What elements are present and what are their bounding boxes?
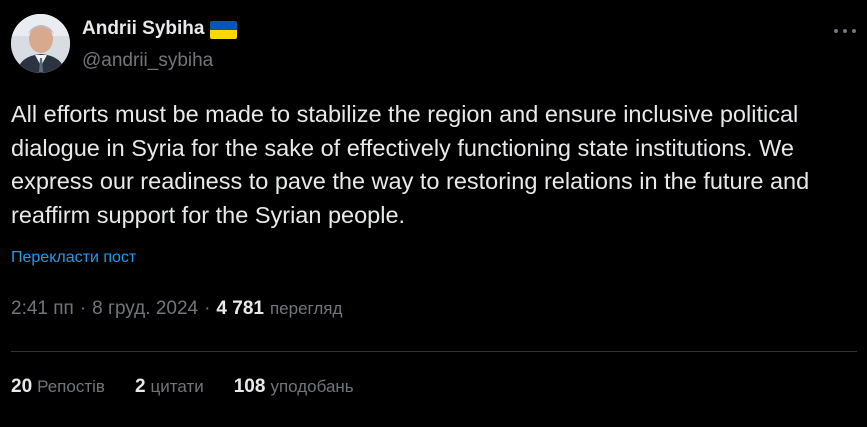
- meta-separator: ·: [204, 298, 211, 319]
- author-display-name[interactable]: Andrii Sybiha: [82, 18, 204, 40]
- engagement-stats: 20 Репостів 2 цитати 108 уподобань: [11, 376, 384, 398]
- likes-label: уподобань: [270, 377, 354, 396]
- divider: [11, 351, 857, 352]
- tweet-date[interactable]: 8 груд. 2024: [92, 298, 198, 320]
- translate-post-link[interactable]: Перекласти пост: [11, 249, 136, 267]
- reposts-label: Репостів: [37, 377, 105, 396]
- quotes-stat[interactable]: 2 цитати: [135, 376, 204, 398]
- ukraine-flag-icon: [210, 21, 238, 39]
- quotes-label: цитати: [150, 377, 204, 396]
- views-label: перегляд: [269, 299, 343, 318]
- tweet-meta: 2:41 пп · 8 груд. 2024 · 4 781 перегляд: [11, 298, 342, 320]
- likes-stat[interactable]: 108 уподобань: [234, 376, 354, 398]
- reposts-stat[interactable]: 20 Репостів: [11, 376, 105, 398]
- tweet-time[interactable]: 2:41 пп: [11, 298, 74, 320]
- tweet-card: Andrii Sybiha @andrii_sybiha All efforts…: [0, 0, 867, 427]
- author-name-row[interactable]: Andrii Sybiha: [82, 18, 238, 40]
- author-avatar[interactable]: [11, 14, 70, 73]
- meta-separator: ·: [79, 298, 87, 319]
- more-options-icon[interactable]: [834, 22, 856, 40]
- reposts-count: 20: [11, 376, 33, 397]
- likes-count: 108: [233, 376, 266, 397]
- views-count: 4 781: [216, 298, 264, 319]
- tweet-text: All efforts must be made to stabilize th…: [11, 101, 810, 228]
- avatar-image: [11, 14, 70, 73]
- quotes-count: 2: [134, 376, 146, 397]
- author-handle[interactable]: @andrii_sybiha: [82, 50, 213, 72]
